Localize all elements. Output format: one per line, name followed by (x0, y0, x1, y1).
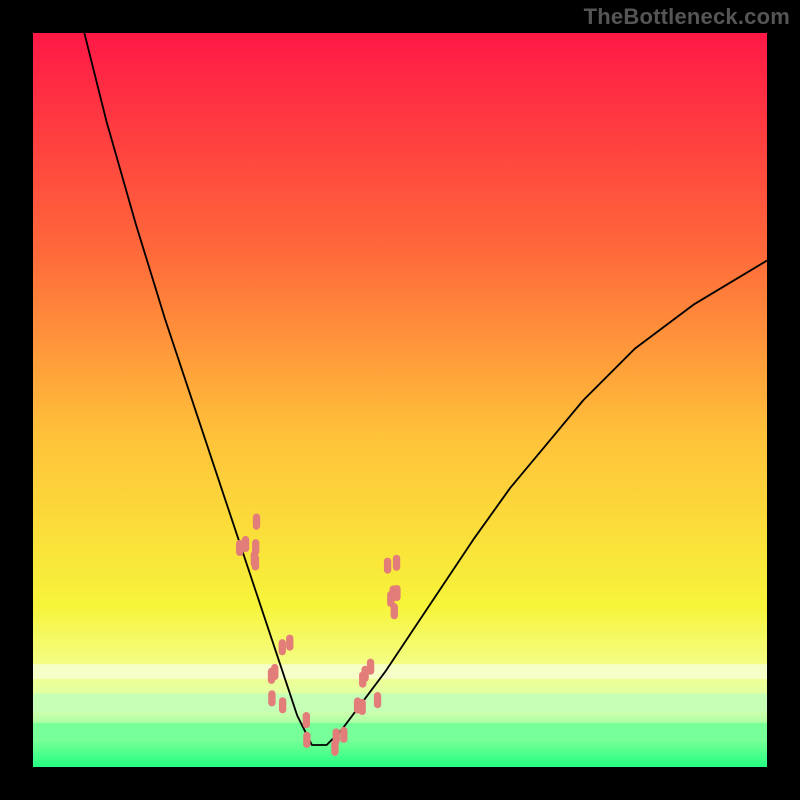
cluster-dot (252, 539, 259, 555)
band-mint (33, 694, 767, 712)
plot-area (33, 33, 767, 767)
cluster-dot (391, 603, 398, 619)
cluster-dot (384, 558, 391, 574)
cluster-dot (271, 664, 278, 680)
cluster-dot (374, 692, 381, 708)
band-green (33, 723, 767, 741)
band-pale (33, 664, 767, 679)
cluster-dot (279, 639, 286, 655)
cluster-dot (268, 690, 275, 706)
gradient-background (33, 33, 767, 767)
cluster-dot (286, 635, 293, 651)
cluster-dot (253, 514, 260, 530)
cluster-dot (242, 536, 249, 552)
cluster-dot (354, 697, 361, 713)
cluster-dot (279, 697, 286, 713)
watermark-text: TheBottleneck.com (584, 4, 790, 30)
cluster-dot (331, 740, 338, 756)
cluster-dot (393, 585, 400, 601)
cluster-dot (361, 666, 368, 682)
chart-frame: TheBottleneck.com (0, 0, 800, 800)
cluster-dot (340, 727, 347, 743)
cluster-dot (393, 555, 400, 571)
cluster-dot (303, 732, 310, 748)
chart-svg (33, 33, 767, 767)
cluster-dot (303, 712, 310, 728)
